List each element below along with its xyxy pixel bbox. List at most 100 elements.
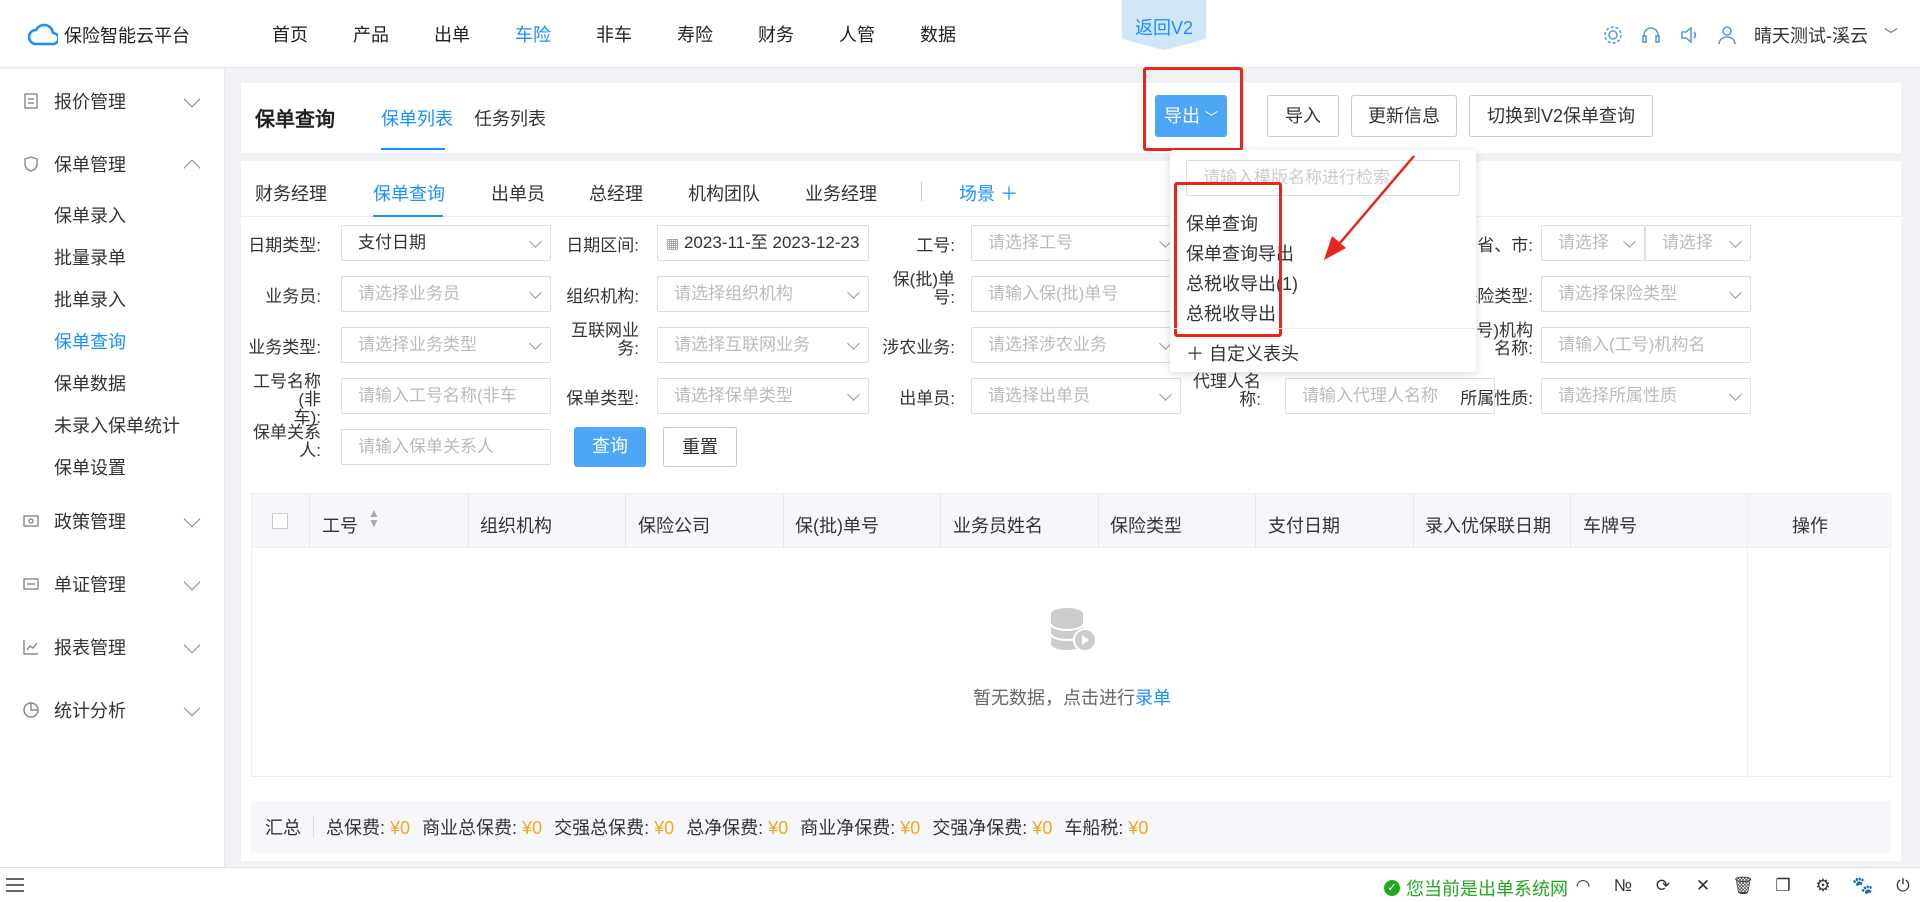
back-v2-button[interactable]: 返回V2: [1122, 0, 1206, 50]
sidebar-item-unrecorded-stats[interactable]: 未录入保单统计: [0, 405, 224, 447]
chevron-down-icon[interactable]: ﹀: [1884, 25, 1898, 45]
sidebar-group-documents[interactable]: 单证管理: [0, 552, 224, 615]
nav-product[interactable]: 产品: [353, 0, 434, 68]
policy-no-input[interactable]: 请输入保(批)单号: [971, 276, 1181, 312]
agent-label: 代理人名 称:: [1181, 373, 1261, 409]
job-no-label: 工号:: [916, 236, 955, 255]
menu-icon[interactable]: [6, 877, 24, 893]
update-info-button[interactable]: 更新信息: [1351, 95, 1457, 137]
biz-type-select[interactable]: 请选择业务类型: [341, 327, 551, 363]
empty-state-message: 暂无数据，点击进行录单: [252, 684, 1892, 710]
create-policy-link[interactable]: 录单: [1135, 688, 1171, 708]
divider: [313, 816, 314, 838]
scene-tab-business-manager[interactable]: 业务经理: [805, 180, 877, 206]
scene-tab-issuer[interactable]: 出单员: [491, 180, 545, 206]
reset-button[interactable]: 重置: [663, 427, 737, 467]
tab-policy-list[interactable]: 保单列表: [381, 105, 453, 131]
policy-type-select[interactable]: 请选择保单类型: [657, 378, 869, 414]
wifi-icon[interactable]: ◠: [1572, 876, 1594, 896]
copy-icon[interactable]: ❐: [1772, 876, 1794, 896]
custom-header-button[interactable]: ＋ 自定义表头: [1186, 340, 1299, 366]
sidebar-item-policy-data[interactable]: 保单数据: [0, 363, 224, 405]
relation-input[interactable]: 请输入保单关系人: [341, 429, 551, 465]
policy-no-label: 保(批)单 号:: [891, 271, 955, 307]
close-icon[interactable]: ✕: [1692, 876, 1714, 896]
org-label: 组织机构:: [566, 287, 639, 306]
report-icon: [23, 639, 38, 655]
policy-no-label-line2: 号:: [933, 288, 955, 307]
number-icon[interactable]: №: [1612, 876, 1634, 896]
sidebar-item-policy-settings[interactable]: 保单设置: [0, 447, 224, 489]
sidebar-item-policy-entry[interactable]: 保单录入: [0, 195, 224, 237]
scene-tab-org-team[interactable]: 机构团队: [688, 180, 760, 206]
paw-icon[interactable]: 🐾: [1852, 876, 1874, 896]
chevron-down-icon: [529, 337, 542, 350]
city-select[interactable]: 请选择: [1645, 225, 1751, 261]
sidebar-item-endorsement-entry[interactable]: 批单录入: [0, 279, 224, 321]
sidebar-group-rules[interactable]: 政策管理: [0, 489, 224, 552]
tab-task-list[interactable]: 任务列表: [474, 105, 546, 131]
select-all-checkbox[interactable]: [272, 513, 288, 529]
sort-icon[interactable]: ▲ ▼: [368, 507, 380, 529]
nav-non-auto[interactable]: 非车: [596, 0, 677, 68]
chevron-down-icon: [183, 90, 201, 108]
summary-item-label: 商业净保费:: [800, 818, 896, 838]
refresh-icon[interactable]: ⟳: [1652, 876, 1674, 896]
trash-icon[interactable]: 🗑: [1732, 876, 1754, 896]
speaker-icon[interactable]: [1678, 24, 1700, 46]
sidebar-group-policy[interactable]: 保单管理: [0, 132, 224, 195]
chevron-down-icon: [847, 286, 860, 299]
job-org-input[interactable]: 请输入(工号)机构名: [1541, 327, 1751, 363]
sidebar-group-label: 报价管理: [54, 91, 126, 112]
custom-header-label: 自定义表头: [1209, 344, 1300, 364]
switch-v2-button[interactable]: 切换到V2保单查询: [1469, 95, 1653, 137]
sidebar-item-batch-entry[interactable]: 批量录单: [0, 237, 224, 279]
power-icon[interactable]: ⏻: [1892, 876, 1914, 896]
gear-icon[interactable]: [1602, 24, 1624, 46]
province-select[interactable]: 请选择: [1541, 225, 1645, 261]
issuer-select[interactable]: 请选择出单员: [971, 378, 1181, 414]
scene-tab-finance-manager[interactable]: 财务经理: [255, 180, 327, 206]
salesman-select[interactable]: 请选择业务员: [341, 276, 551, 312]
internet-select[interactable]: 请选择互联网业务: [657, 327, 869, 363]
date-type-select[interactable]: 支付日期: [341, 225, 551, 261]
nav-issue[interactable]: 出单: [434, 0, 515, 68]
sidebar-group-statistics[interactable]: 统计分析: [0, 678, 224, 741]
annotation-arrow-icon: [1324, 155, 1415, 260]
sidebar-group-label: 保单管理: [54, 154, 126, 175]
ownership-select[interactable]: 请选择所属性质: [1541, 378, 1751, 414]
column-divider: [1098, 494, 1099, 548]
ownership-label: 所属性质:: [1460, 389, 1533, 408]
date-end: 2023-12-23: [772, 233, 860, 252]
job-name-input[interactable]: 请输入工号名称(非车: [341, 378, 551, 414]
nav-home[interactable]: 首页: [272, 0, 353, 68]
query-button[interactable]: 查询: [574, 427, 646, 467]
scene-tab-policy-query[interactable]: 保单查询: [373, 180, 445, 206]
chevron-down-icon: [1729, 235, 1742, 248]
headset-icon[interactable]: [1640, 24, 1662, 46]
ins-type-select[interactable]: 请选择保险类型: [1541, 276, 1751, 312]
org-select[interactable]: 请选择组织机构: [657, 276, 869, 312]
nav-data[interactable]: 数据: [920, 0, 1001, 68]
nav-hr[interactable]: 人管: [839, 0, 920, 68]
nav-finance[interactable]: 财务: [758, 0, 839, 68]
import-button[interactable]: 导入: [1267, 95, 1339, 137]
add-scene-button[interactable]: 场景 ＋: [959, 180, 1018, 206]
scene-tab-general-manager[interactable]: 总经理: [589, 180, 643, 206]
nav-auto-insurance[interactable]: 车险: [515, 0, 596, 68]
policy-icon: [24, 155, 38, 172]
sidebar-group-reports[interactable]: 报表管理: [0, 615, 224, 678]
sidebar-item-policy-query[interactable]: 保单查询: [0, 321, 224, 363]
app-logo[interactable]: 保险智能云平台: [28, 22, 190, 48]
chevron-down-icon: [1729, 388, 1742, 401]
nav-life[interactable]: 寿险: [677, 0, 758, 68]
date-range-picker[interactable]: ▦ 2023-11-至 2023-12-23: [657, 225, 869, 261]
column-header[interactable]: 工号: [322, 512, 358, 538]
user-name[interactable]: 晴天测试-溪云: [1754, 22, 1868, 48]
gear-icon[interactable]: ⚙: [1812, 876, 1834, 896]
job-no-select[interactable]: 请选择工号: [971, 225, 1181, 261]
sidebar-group-quote[interactable]: 报价管理: [0, 69, 224, 132]
page-title: 保单查询: [255, 109, 335, 131]
summary-item-label: 交强净保费:: [932, 818, 1028, 838]
agri-select[interactable]: 请选择涉农业务: [971, 327, 1181, 363]
